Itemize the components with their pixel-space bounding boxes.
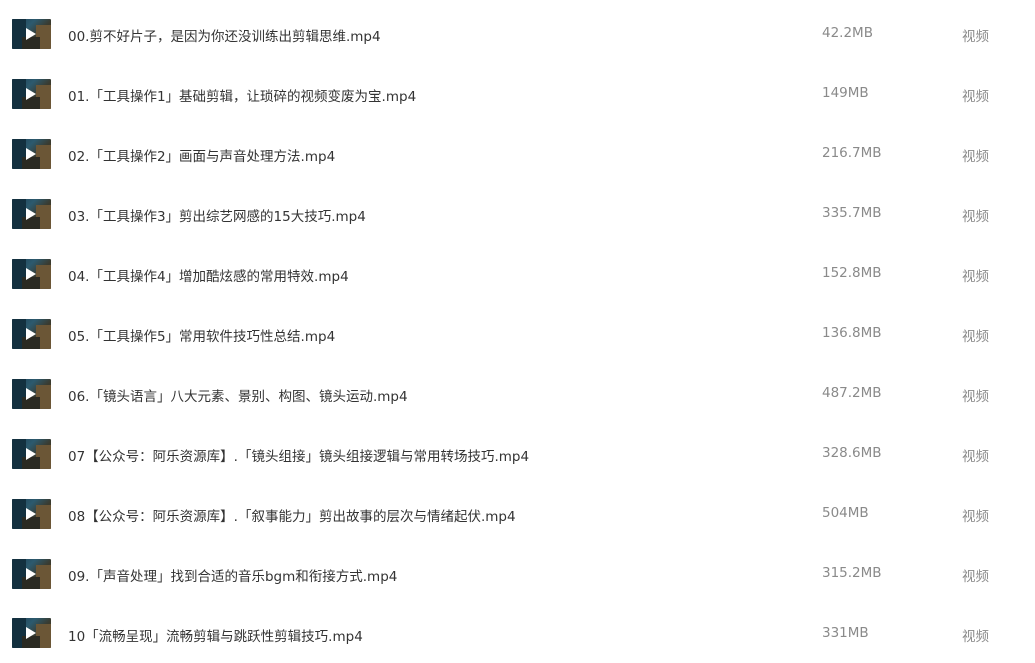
file-row[interactable]: 00.剪不好片子，是因为你还没训练出剪辑思维.mp4 42.2MB 视频 [0, 4, 1035, 64]
file-size: 331MB [822, 625, 869, 641]
file-row[interactable]: 09.「声音处理」找到合适的音乐bgm和衔接方式.mp4 315.2MB 视频 [0, 544, 1035, 604]
file-size: 487.2MB [822, 385, 882, 401]
file-type: 视频 [962, 629, 989, 645]
file-type: 视频 [962, 209, 989, 225]
file-row[interactable]: 08【公众号：阿乐资源库】.「叙事能力」剪出故事的层次与情绪起伏.mp4 504… [0, 484, 1035, 544]
video-thumbnail-icon[interactable] [12, 379, 51, 409]
file-name[interactable]: 09.「声音处理」找到合适的音乐bgm和衔接方式.mp4 [68, 565, 397, 585]
file-row[interactable]: 03.「工具操作3」剪出综艺网感的15大技巧.mp4 335.7MB 视频 [0, 184, 1035, 244]
file-size: 335.7MB [822, 205, 882, 221]
video-thumbnail-icon[interactable] [12, 199, 51, 229]
file-row[interactable]: 07【公众号：阿乐资源库】.「镜头组接」镜头组接逻辑与常用转场技巧.mp4 32… [0, 424, 1035, 484]
file-size: 136.8MB [822, 325, 882, 341]
play-icon [26, 448, 36, 460]
file-size: 216.7MB [822, 145, 882, 161]
video-thumbnail-icon[interactable] [12, 439, 51, 469]
play-icon [26, 627, 36, 639]
file-type: 视频 [962, 509, 989, 525]
file-name[interactable]: 07【公众号：阿乐资源库】.「镜头组接」镜头组接逻辑与常用转场技巧.mp4 [68, 445, 529, 465]
play-icon [26, 268, 36, 280]
file-type: 视频 [962, 149, 989, 165]
file-row[interactable]: 01.「工具操作1」基础剪辑，让琐碎的视频变废为宝.mp4 149MB 视频 [0, 64, 1035, 124]
file-row[interactable]: 05.「工具操作5」常用软件技巧性总结.mp4 136.8MB 视频 [0, 304, 1035, 364]
file-row[interactable]: 02.「工具操作2」画面与声音处理方法.mp4 216.7MB 视频 [0, 124, 1035, 184]
play-icon [26, 568, 36, 580]
video-thumbnail-icon[interactable] [12, 259, 51, 289]
play-icon [26, 88, 36, 100]
file-name[interactable]: 02.「工具操作2」画面与声音处理方法.mp4 [68, 145, 335, 165]
file-type: 视频 [962, 449, 989, 465]
file-name[interactable]: 03.「工具操作3」剪出综艺网感的15大技巧.mp4 [68, 205, 366, 225]
file-size: 504MB [822, 505, 869, 521]
play-icon [26, 148, 36, 160]
play-icon [26, 508, 36, 520]
file-size: 42.2MB [822, 25, 873, 41]
file-type: 视频 [962, 329, 989, 345]
file-type: 视频 [962, 29, 989, 45]
file-type: 视频 [962, 269, 989, 285]
play-icon [26, 208, 36, 220]
file-row[interactable]: 10「流畅呈现」流畅剪辑与跳跃性剪辑技巧.mp4 331MB 视频 [0, 603, 1035, 663]
file-type: 视频 [962, 569, 989, 585]
video-thumbnail-icon[interactable] [12, 319, 51, 349]
file-list: 00.剪不好片子，是因为你还没训练出剪辑思维.mp4 42.2MB 视频 01.… [0, 0, 1035, 663]
file-size: 328.6MB [822, 445, 882, 461]
file-name[interactable]: 00.剪不好片子，是因为你还没训练出剪辑思维.mp4 [68, 25, 381, 45]
play-icon [26, 28, 36, 40]
file-name[interactable]: 10「流畅呈现」流畅剪辑与跳跃性剪辑技巧.mp4 [68, 625, 363, 645]
video-thumbnail-icon[interactable] [12, 19, 51, 49]
file-size: 149MB [822, 85, 869, 101]
play-icon [26, 388, 36, 400]
play-icon [26, 328, 36, 340]
video-thumbnail-icon[interactable] [12, 618, 51, 648]
file-name[interactable]: 05.「工具操作5」常用软件技巧性总结.mp4 [68, 325, 335, 345]
file-size: 152.8MB [822, 265, 882, 281]
file-name[interactable]: 04.「工具操作4」增加酷炫感的常用特效.mp4 [68, 265, 349, 285]
video-thumbnail-icon[interactable] [12, 139, 51, 169]
video-thumbnail-icon[interactable] [12, 559, 51, 589]
file-name[interactable]: 08【公众号：阿乐资源库】.「叙事能力」剪出故事的层次与情绪起伏.mp4 [68, 505, 516, 525]
file-name[interactable]: 01.「工具操作1」基础剪辑，让琐碎的视频变废为宝.mp4 [68, 85, 416, 105]
video-thumbnail-icon[interactable] [12, 499, 51, 529]
file-type: 视频 [962, 389, 989, 405]
file-type: 视频 [962, 89, 989, 105]
file-name[interactable]: 06.「镜头语言」八大元素、景别、构图、镜头运动.mp4 [68, 385, 408, 405]
video-thumbnail-icon[interactable] [12, 79, 51, 109]
file-row[interactable]: 04.「工具操作4」增加酷炫感的常用特效.mp4 152.8MB 视频 [0, 244, 1035, 304]
file-size: 315.2MB [822, 565, 882, 581]
file-row[interactable]: 06.「镜头语言」八大元素、景别、构图、镜头运动.mp4 487.2MB 视频 [0, 364, 1035, 424]
